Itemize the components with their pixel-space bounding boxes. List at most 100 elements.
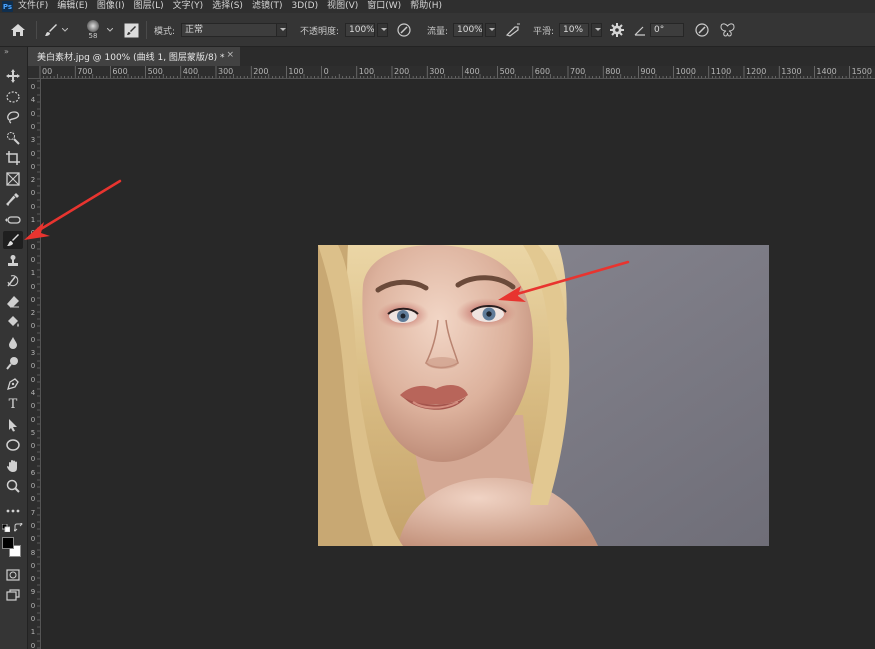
brush-picker[interactable]: 58 — [87, 13, 99, 47]
tool-frame[interactable] — [3, 170, 23, 188]
tool-history-brush[interactable] — [3, 272, 23, 290]
tool-blur[interactable] — [3, 334, 23, 352]
tool-eyedropper[interactable] — [3, 190, 23, 208]
ruler-top-label: 700 — [570, 67, 586, 76]
tool-more[interactable] — [3, 502, 23, 520]
ruler-left-label: 4 — [30, 388, 36, 397]
ruler-left-label: 0 — [30, 122, 36, 131]
menu-select[interactable]: 选择(S) — [212, 0, 243, 13]
menu-window[interactable]: 窗口(W) — [367, 0, 401, 13]
mode-select[interactable]: 正常 — [181, 13, 287, 47]
menu-3d[interactable]: 3D(D) — [291, 0, 318, 13]
tool-preset-button[interactable] — [44, 13, 68, 47]
ruler-left-label: 2 — [30, 176, 36, 185]
tool-healing[interactable] — [3, 211, 23, 229]
angle-field[interactable]: 0° — [650, 13, 684, 47]
tool-paint-bucket[interactable] — [3, 313, 23, 331]
ruler-left-label: 0 — [30, 641, 36, 649]
tool-stamp[interactable] — [3, 252, 23, 270]
ruler-vertical[interactable]: 0 4 0 0 3 0 0 2 0 0 1 0 0 0 1 0 0 2 0 0 3 0 0 4 0 0 5 0 0 6 0 0 7 0 0 8 0 0 9 0… — [28, 79, 41, 649]
ruler-top-label: 1400 — [816, 67, 837, 76]
pressure-opacity-button[interactable] — [397, 13, 411, 47]
ruler-left-label: 0 — [30, 442, 36, 451]
toolbar-collapse-icon[interactable]: » — [4, 47, 9, 56]
ruler-left-label: 0 — [30, 162, 36, 171]
tool-pen[interactable] — [3, 375, 23, 393]
default-colors-button[interactable] — [1, 523, 11, 533]
flow-value: 100% — [453, 23, 483, 37]
home-icon — [11, 24, 25, 36]
pressure-size-button[interactable] — [695, 13, 709, 47]
swap-colors-button[interactable] — [12, 521, 23, 532]
smoothing-label: 平滑: — [533, 26, 555, 37]
ruler-left-label: 4 — [30, 96, 36, 105]
flow-field[interactable]: 100% — [453, 13, 496, 47]
tool-quick-select[interactable] — [3, 129, 23, 147]
foreground-color-swatch[interactable] — [2, 537, 14, 549]
menu-edit[interactable]: 编辑(E) — [57, 0, 88, 13]
ruler-left-label: 0 — [30, 83, 36, 91]
photoshop-logo: Ps — [2, 1, 13, 12]
airbrush-button[interactable] — [505, 13, 521, 47]
ruler-left-label: 0 — [30, 149, 36, 158]
tool-screen-mode[interactable] — [3, 586, 23, 604]
tool-zoom[interactable] — [3, 477, 23, 495]
brush-settings-icon — [124, 23, 139, 37]
ruler-top-label: 1500 — [851, 67, 872, 76]
tool-dodge[interactable] — [3, 354, 23, 372]
brush-preset-icon — [45, 24, 57, 36]
brush-picker-dropdown[interactable] — [107, 13, 113, 47]
ruler-horizontal[interactable]: 00 700 600 500 400 300 200 100 0 100 200 300 400 500 6… — [28, 66, 875, 79]
ruler-left-label: 0 — [30, 202, 36, 211]
menu-view[interactable]: 视图(V) — [327, 0, 358, 13]
tool-hand[interactable] — [3, 457, 23, 475]
tool-eraser[interactable] — [3, 293, 23, 311]
ruler-left-label: 0 — [30, 601, 36, 610]
smoothing-field[interactable]: 10% — [559, 13, 602, 47]
angle-value: 0° — [650, 23, 684, 37]
ruler-top-label: 200 — [253, 67, 269, 76]
tool-brush[interactable] — [3, 231, 23, 249]
tool-lasso[interactable] — [3, 108, 23, 126]
ruler-top-label: 1000 — [675, 67, 696, 76]
tool-move[interactable] — [3, 67, 23, 85]
tool-quick-mask[interactable] — [3, 566, 23, 584]
ruler-top-label: 700 — [77, 67, 93, 76]
gear-icon — [610, 23, 624, 37]
ruler-top-label: 100 — [358, 67, 375, 76]
options-bar: 58 模式: 正常 不透明度: 100% 流量: 100% 平滑: 10% 0° — [0, 13, 875, 47]
airbrush-icon — [505, 23, 520, 37]
document-tab-bar: 美白素材.jpg @ 100% (曲线 1, 图层蒙版/8) * × — [28, 47, 875, 66]
menu-file[interactable]: 文件(F) — [18, 0, 48, 13]
ruler-left-label: 2 — [30, 309, 36, 318]
brush-settings-toggle[interactable] — [124, 13, 139, 47]
menu-help[interactable]: 帮助(H) — [410, 0, 442, 13]
menu-layer[interactable]: 图层(L) — [134, 0, 164, 13]
ruler-left-label: 0 — [30, 375, 36, 384]
ruler-left-label: 3 — [30, 349, 36, 357]
symmetry-button[interactable] — [720, 13, 735, 47]
butterfly-icon — [720, 23, 735, 37]
tool-ellipse[interactable] — [3, 436, 23, 454]
screen-mode-icon — [6, 589, 20, 601]
close-icon[interactable]: × — [226, 50, 234, 60]
home-button[interactable] — [10, 13, 26, 47]
tool-marquee[interactable] — [3, 88, 23, 106]
menu-filter[interactable]: 滤镜(T) — [252, 0, 283, 13]
menu-image[interactable]: 图像(I) — [97, 0, 125, 13]
tool-crop[interactable] — [3, 149, 23, 167]
ruler-left-label: 9 — [30, 588, 36, 597]
ruler-left-label: 0 — [30, 561, 36, 570]
pressure-opacity-icon — [397, 23, 411, 37]
opacity-field[interactable]: 100% — [345, 13, 388, 47]
ruler-top-label: 600 — [112, 67, 128, 76]
smoothing-options-button[interactable] — [610, 13, 624, 47]
document-canvas-image[interactable] — [318, 245, 769, 546]
ruler-left-label: 0 — [30, 521, 36, 530]
menu-type[interactable]: 文字(Y) — [173, 0, 204, 13]
document-tab[interactable]: 美白素材.jpg @ 100% (曲线 1, 图层蒙版/8) * × — [28, 47, 240, 66]
ruler-left-label: 3 — [30, 136, 36, 145]
tool-type[interactable]: T — [3, 395, 23, 413]
tool-path-select[interactable] — [3, 416, 23, 434]
quick-mask-icon — [6, 569, 20, 581]
